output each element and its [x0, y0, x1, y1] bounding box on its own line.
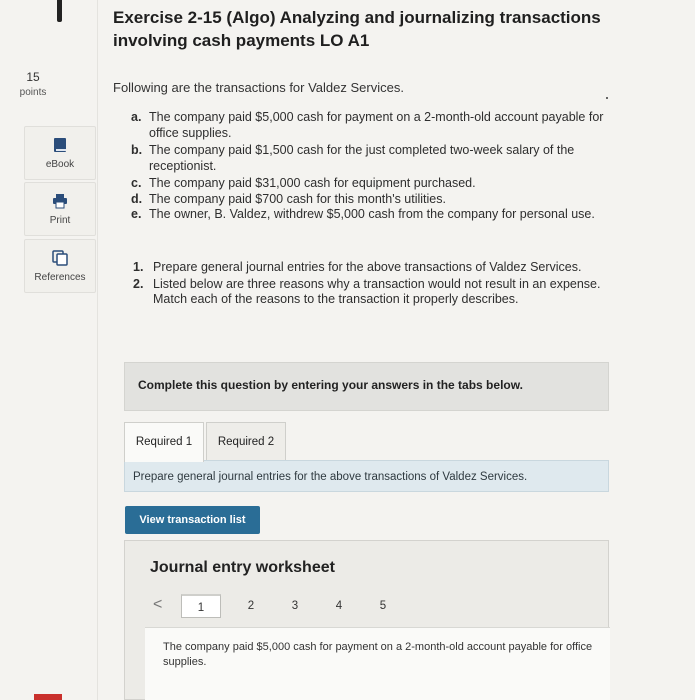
tab-required-1[interactable]: Required 1	[124, 422, 204, 462]
transaction-item: e. The owner, B. Valdez, withdrew $5,000…	[131, 207, 611, 223]
transaction-text: The company paid $31,000 cash for equipm…	[149, 176, 476, 190]
ebook-label: eBook	[45, 159, 75, 170]
instruction-text: Listed below are three reasons why a tra…	[153, 276, 601, 307]
transaction-item: b. The company paid $1,500 cash for the …	[131, 143, 611, 174]
page-4[interactable]: 4	[319, 594, 359, 618]
instruction-item: 1. Prepare general journal entries for t…	[133, 260, 603, 276]
title-line-2: involving cash payments LO A1	[113, 31, 370, 50]
journal-entry-worksheet: Journal entry worksheet < 1 2 3 4 5 The …	[124, 540, 610, 700]
worksheet-description: The company paid $5,000 cash for payment…	[163, 641, 593, 668]
transaction-item: a. The company paid $5,000 cash for paym…	[131, 110, 611, 141]
transaction-text: The company paid $5,000 cash for payment…	[149, 110, 604, 140]
instruction-number: 2.	[133, 276, 144, 291]
view-transaction-list-button[interactable]: View transaction list	[125, 506, 260, 534]
transaction-item: c. The company paid $31,000 cash for equ…	[131, 176, 611, 192]
instruction-list: 1. Prepare general journal entries for t…	[133, 260, 603, 309]
complete-question-banner: Complete this question by entering your …	[124, 362, 609, 411]
intro-text: Following are the transactions for Valde…	[113, 80, 404, 95]
decorative-dot	[606, 97, 608, 99]
references-button[interactable]: References	[24, 239, 96, 293]
references-label: References	[34, 272, 86, 283]
book-icon	[54, 138, 66, 152]
printer-icon	[53, 194, 67, 209]
transaction-letter: d.	[131, 191, 143, 206]
references-icon	[52, 250, 68, 266]
transaction-letter: c.	[131, 176, 142, 190]
instruction-text: Prepare general journal entries for the …	[153, 260, 582, 274]
transaction-letter: a.	[131, 110, 142, 124]
instruction-item: 2. Listed below are three reasons why a …	[133, 277, 603, 308]
tab-required-2[interactable]: Required 2	[206, 422, 286, 462]
points-label: points	[19, 87, 47, 98]
points-indicator: 15 points	[20, 70, 47, 98]
page-1[interactable]: 1	[181, 594, 221, 618]
exercise-title: Exercise 2-15 (Algo) Analyzing and journ…	[113, 6, 613, 52]
transaction-item: d. The company paid $700 cash for this m…	[131, 192, 611, 208]
worksheet-title: Journal entry worksheet	[150, 559, 335, 576]
transaction-text: The company paid $700 cash for this mont…	[149, 191, 446, 206]
print-label: Print	[49, 215, 71, 226]
sidebar-divider	[97, 0, 98, 700]
red-indicator	[34, 694, 62, 700]
transaction-text: The company paid $1,500 cash for the jus…	[149, 143, 575, 173]
page-2[interactable]: 2	[231, 594, 271, 618]
print-button[interactable]: Print	[24, 182, 96, 236]
title-line-1: Exercise 2-15 (Algo) Analyzing and journ…	[113, 8, 601, 27]
page-3[interactable]: 3	[275, 594, 315, 618]
transaction-letter: e.	[131, 207, 142, 221]
ebook-button[interactable]: eBook	[24, 126, 96, 180]
tab-prompt: Prepare general journal entries for the …	[124, 460, 609, 492]
chevron-left-icon[interactable]: <	[153, 596, 162, 614]
transaction-list: a. The company paid $5,000 cash for paym…	[131, 110, 611, 223]
instruction-number: 1.	[133, 260, 144, 274]
top-bar-mark	[57, 0, 62, 22]
transaction-text: The owner, B. Valdez, withdrew $5,000 ca…	[149, 207, 595, 221]
worksheet-description-card: The company paid $5,000 cash for payment…	[145, 627, 610, 700]
transaction-letter: b.	[131, 143, 143, 157]
points-value: 15	[26, 70, 40, 84]
page-5[interactable]: 5	[363, 594, 403, 618]
